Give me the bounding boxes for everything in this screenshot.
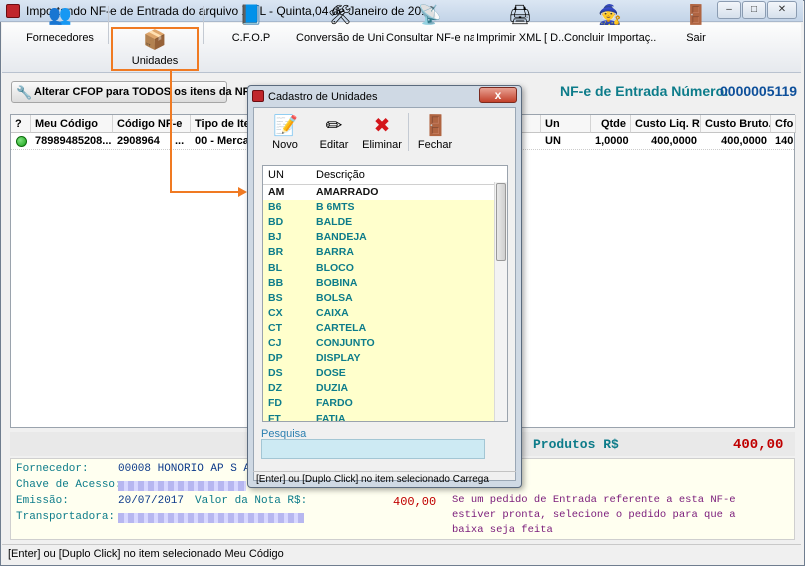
list-item-un: CT bbox=[268, 321, 282, 334]
list-item-un: FT bbox=[268, 412, 281, 422]
unidades-list[interactable]: UN Descrição AM AMARRADO B6 B 6MTS BD BALDE BJ… bbox=[262, 165, 508, 422]
list-item[interactable]: CT CARTELA bbox=[263, 321, 494, 336]
list-item-un: B6 bbox=[268, 201, 282, 214]
list-item[interactable]: CX CAIXA bbox=[263, 306, 494, 321]
notepad-icon: 📝 bbox=[273, 115, 298, 137]
list-item-un: FD bbox=[268, 397, 282, 410]
dialog-status-bar: [Enter] ou [Duplo Click] no item selecio… bbox=[253, 471, 516, 486]
list-item-descricao: DISPLAY bbox=[316, 352, 361, 365]
list-item[interactable]: AM AMARRADO bbox=[263, 185, 494, 200]
dialog-close-button[interactable]: x bbox=[479, 87, 517, 103]
list-item-descricao: BOBINA bbox=[316, 276, 358, 289]
list-item-descricao: AMARRADO bbox=[316, 186, 379, 198]
list-item[interactable]: FD FARDO bbox=[263, 396, 494, 411]
list-item-descricao: CONJUNTO bbox=[316, 337, 375, 349]
list-item[interactable]: BL BLOCO bbox=[263, 261, 494, 276]
list-item[interactable]: BB BOBINA bbox=[263, 276, 494, 291]
list-item-un: DZ bbox=[268, 382, 282, 395]
delete-x-icon: ✖ bbox=[373, 115, 391, 137]
list-item-descricao: FARDO bbox=[316, 397, 353, 410]
list-item-un: DP bbox=[268, 352, 283, 365]
list-item-descricao: DOSE bbox=[316, 367, 346, 380]
list-item-descricao: CARTELA bbox=[316, 321, 367, 334]
list-item-descricao: BLOCO bbox=[316, 261, 354, 274]
list-item-descricao: BANDEJA bbox=[316, 231, 367, 244]
edit-icon: ✏ bbox=[325, 115, 343, 137]
list-item-descricao: B 6MTS bbox=[316, 201, 355, 214]
pesquisa-input[interactable] bbox=[261, 439, 485, 459]
list-header-un[interactable]: UN bbox=[268, 166, 284, 185]
list-item-un: CX bbox=[268, 306, 283, 319]
list-item[interactable]: BD BALDE bbox=[263, 215, 494, 230]
list-item-descricao: FATIA bbox=[316, 412, 346, 422]
list-header: UN Descrição bbox=[263, 166, 507, 185]
list-item[interactable]: BS BOLSA bbox=[263, 291, 494, 306]
list-item-un: BS bbox=[268, 291, 283, 304]
list-item[interactable]: BJ BANDEJA bbox=[263, 230, 494, 245]
list-item[interactable]: DS DOSE bbox=[263, 366, 494, 381]
dialog-title: Cadastro de Unidades bbox=[268, 91, 378, 103]
list-item-un: AM bbox=[268, 186, 285, 198]
list-item[interactable]: B6 B 6MTS bbox=[263, 200, 494, 215]
list-item-un: BR bbox=[268, 246, 284, 259]
list-item-un: BB bbox=[268, 276, 284, 289]
list-item-descricao: BALDE bbox=[316, 216, 353, 229]
dialog-toolbar-separator bbox=[408, 113, 409, 151]
list-item-un: DS bbox=[268, 367, 283, 380]
list-item[interactable]: FT FATIA bbox=[263, 412, 494, 422]
list-item-un: BD bbox=[268, 216, 284, 229]
list-item-descricao: BOLSA bbox=[316, 291, 353, 304]
list-item-un: CJ bbox=[268, 337, 282, 349]
editar-button[interactable]: ✏ Editar bbox=[312, 111, 356, 155]
list-header-descricao[interactable]: Descrição bbox=[316, 166, 365, 185]
list-scrollbar-thumb[interactable] bbox=[496, 183, 506, 261]
list-item[interactable]: CJ CONJUNTO bbox=[263, 336, 494, 351]
list-item-descricao: BARRA bbox=[316, 246, 354, 259]
dialog-app-icon bbox=[252, 90, 264, 102]
list-item[interactable]: DP DISPLAY bbox=[263, 351, 494, 366]
list-item-descricao: DUZIA bbox=[316, 382, 349, 395]
eliminar-button[interactable]: ✖ Eliminar bbox=[358, 111, 406, 155]
novo-button[interactable]: 📝 Novo bbox=[262, 111, 308, 155]
list-item[interactable]: BR BARRA bbox=[263, 245, 494, 260]
list-item-un: BJ bbox=[268, 231, 282, 244]
list-item[interactable]: DZ DUZIA bbox=[263, 381, 494, 396]
list-item-un: BL bbox=[268, 261, 282, 274]
exit-door-icon: 🚪 bbox=[423, 115, 448, 137]
fechar-button[interactable]: 🚪 Fechar bbox=[412, 111, 458, 155]
list-item-descricao: CAIXA bbox=[316, 306, 349, 319]
